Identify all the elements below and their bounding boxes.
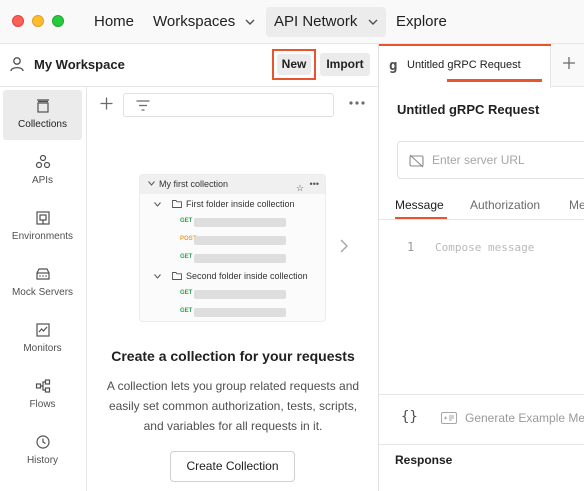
nav-explore-label: Explore — [396, 13, 447, 30]
sidebar-item-mock-servers[interactable]: Mock Servers — [3, 258, 82, 308]
request-tab-bar: g Untitled gRPC Request — [379, 44, 584, 88]
illustration-folder: First folder inside collection — [154, 199, 324, 211]
nav-home[interactable]: Home — [86, 7, 142, 37]
tab-untitled-grpc-request[interactable]: g Untitled gRPC Request — [379, 44, 551, 88]
method-badge: GET — [180, 254, 193, 260]
illustration-folder-name: First folder inside collection — [186, 199, 295, 209]
illustration-collection-name: My first collection — [159, 179, 229, 189]
chevron-down-icon — [154, 274, 161, 279]
folder-icon — [172, 200, 182, 208]
new-button[interactable]: New — [272, 49, 316, 80]
placeholder-bar — [194, 254, 286, 263]
user-icon — [10, 57, 24, 72]
illustration-folder: Second folder inside collection — [154, 271, 324, 283]
tab-metadata[interactable]: Me — [569, 198, 584, 212]
title-bar: Home Workspaces API Network Explore — [0, 0, 584, 44]
generate-icon — [441, 412, 457, 424]
empty-state-description: A collection lets you group related requ… — [106, 379, 360, 433]
sidebar-item-monitors[interactable]: Monitors — [3, 314, 82, 364]
grpc-icon: g — [389, 58, 398, 74]
apis-icon — [35, 154, 50, 169]
folder-icon — [172, 272, 182, 280]
nav-api-network[interactable]: API Network — [266, 7, 386, 37]
sidebar: Collections APIs Environments Mock Serve… — [0, 87, 87, 491]
generate-label: Generate Example Me — [465, 411, 584, 425]
workspace-header: My Workspace New Import — [0, 44, 378, 87]
chevron-down-icon — [148, 181, 155, 186]
nav-workspaces[interactable]: Workspaces — [145, 7, 263, 37]
environments-icon — [35, 211, 50, 225]
chevron-right-icon[interactable] — [340, 239, 348, 253]
nav-api-network-label: API Network — [274, 13, 358, 30]
nav-workspaces-label: Workspaces — [153, 13, 236, 30]
sidebar-item-apis[interactable]: APIs — [3, 146, 82, 196]
tab-label: Untitled gRPC Request — [407, 59, 521, 71]
history-icon — [35, 435, 50, 449]
sidebar-item-environments[interactable]: Environments — [3, 202, 82, 252]
sidebar-item-label: Mock Servers — [11, 287, 74, 298]
chevron-down-icon — [154, 202, 161, 207]
tab-authorization[interactable]: Authorization — [470, 198, 540, 212]
collection-illustration: My first collection ☆ ••• First folder i… — [139, 174, 326, 322]
sidebar-item-label: APIs — [31, 175, 54, 186]
workspace-title: My Workspace — [34, 57, 125, 72]
braces-icon[interactable]: {} — [401, 409, 418, 425]
method-badge: GET — [180, 218, 193, 224]
import-button[interactable]: Import — [320, 53, 370, 76]
tab-highlight-underline — [447, 79, 542, 82]
response-title: Response — [395, 453, 453, 467]
chevron-down-icon — [368, 19, 378, 26]
new-button-label: New — [277, 54, 311, 75]
editor-footer: {} Generate Example Me — [379, 394, 584, 444]
window-close-button[interactable] — [12, 15, 24, 27]
window-zoom-button[interactable] — [52, 15, 64, 27]
nav-home-label: Home — [94, 13, 135, 30]
chevron-down-icon — [245, 19, 255, 26]
sidebar-item-history[interactable]: History — [3, 426, 82, 476]
message-editor[interactable]: Compose message — [435, 241, 534, 254]
create-collection-button[interactable]: Create Collection — [170, 451, 295, 482]
sidebar-item-label: Environments — [11, 231, 74, 242]
star-icon: ☆ — [295, 183, 304, 193]
more-options-icon[interactable] — [349, 101, 365, 105]
server-url-input[interactable]: Enter server URL — [397, 141, 584, 179]
monitors-icon — [35, 323, 50, 337]
subtab-divider — [379, 219, 584, 220]
method-badge: GET — [180, 308, 193, 314]
collections-toolbar — [88, 87, 378, 123]
nav-explore[interactable]: Explore — [388, 7, 455, 37]
placeholder-bar — [194, 218, 286, 227]
server-url-placeholder: Enter server URL — [432, 153, 525, 167]
placeholder-bar — [194, 236, 286, 245]
sidebar-item-collections[interactable]: Collections — [3, 90, 82, 140]
response-section: Response — [379, 444, 584, 491]
active-tab-indicator — [379, 44, 551, 46]
no-server-icon — [409, 154, 424, 168]
illustration-collection-header: My first collection ☆ ••• — [140, 175, 325, 194]
flows-icon — [35, 379, 50, 393]
collections-icon — [36, 99, 49, 113]
editor-line-number: 1 — [407, 240, 415, 254]
request-pane: g Untitled gRPC Request Untitled gRPC Re… — [378, 44, 584, 491]
sidebar-item-label: Monitors — [23, 343, 62, 354]
sidebar-item-label: Flows — [29, 399, 56, 410]
placeholder-bar — [194, 308, 286, 317]
method-badge: GET — [180, 290, 193, 296]
mock-servers-icon — [35, 268, 50, 280]
request-title: Untitled gRPC Request — [397, 102, 540, 117]
empty-state-title: Create a collection for your requests — [111, 348, 355, 364]
placeholder-bar — [194, 290, 286, 299]
illustration-folder-name: Second folder inside collection — [186, 271, 308, 281]
tab-message[interactable]: Message — [395, 198, 444, 212]
sidebar-item-flows[interactable]: Flows — [3, 370, 82, 420]
sidebar-item-label: Collections — [18, 119, 67, 130]
sidebar-item-label: History — [26, 455, 59, 466]
window-minimize-button[interactable] — [32, 15, 44, 27]
filter-input[interactable] — [123, 93, 334, 117]
more-options-icon: ••• — [309, 179, 319, 189]
plus-icon[interactable] — [100, 97, 113, 110]
filter-icon — [136, 100, 150, 111]
new-tab-plus-icon[interactable] — [562, 56, 576, 70]
